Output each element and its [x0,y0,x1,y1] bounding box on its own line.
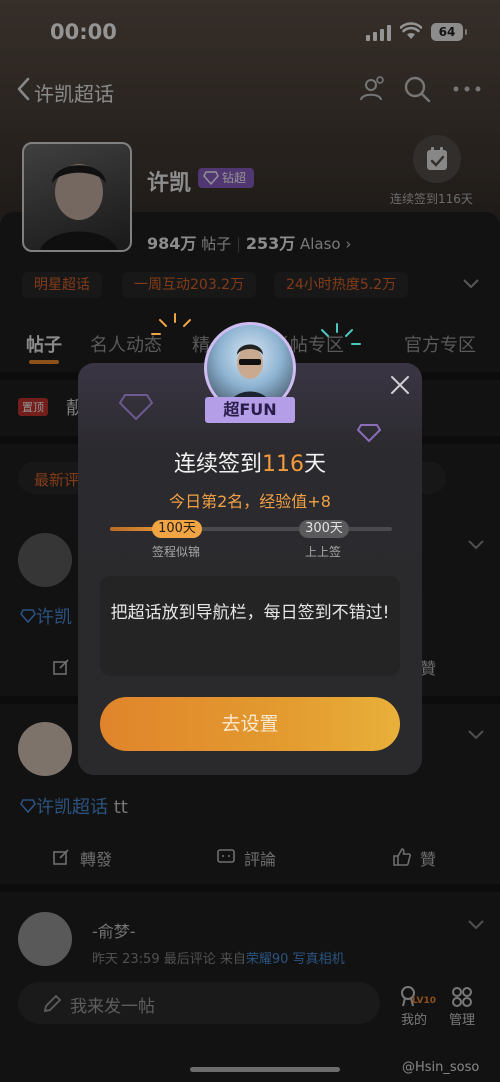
sparkle-decoration-icon [151,313,191,335]
milestone-100-label: 签程似锦 [152,545,201,559]
go-settings-button[interactable]: 去设置 [100,697,400,751]
modal-title-number: 116 [262,452,304,477]
close-icon[interactable] [389,374,411,396]
modal-subtitle: 今日第2名，经验值+8 [169,492,331,511]
milestone-100: 100天 [152,520,202,538]
modal-title-suffix: 天 [304,452,327,477]
tip-text: 把超话放到导航栏，每日签到不错过! [110,603,390,623]
diamond-decoration-icon [118,394,154,421]
milestone-300: 300天 [299,520,349,538]
milestone-300-label: 上上签 [305,545,342,559]
modal-title-prefix: 连续签到 [173,452,262,477]
modal-title: 连续签到116天 [0,446,500,478]
tip-box [100,576,400,676]
fun-ribbon: 超FUN [205,397,295,423]
diamond-decoration-icon [356,424,382,443]
sparkle-decoration-icon [321,323,361,345]
